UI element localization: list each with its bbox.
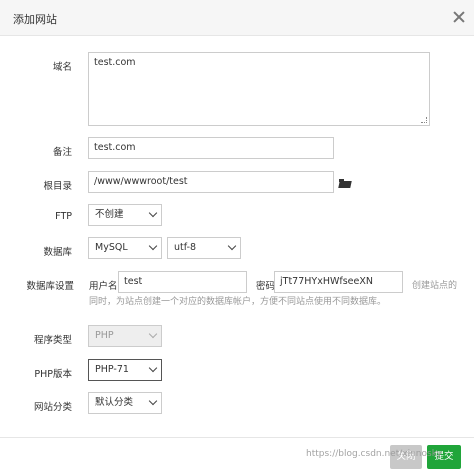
domain-textarea[interactable]: test.com xyxy=(88,52,430,126)
program-type-select: PHP xyxy=(88,325,162,347)
remark-input[interactable]: test.com xyxy=(88,137,334,159)
php-version-selected: PHP-71 xyxy=(95,364,129,375)
chevron-down-icon xyxy=(149,243,157,251)
db-settings-label: 数据库设置 xyxy=(26,281,74,292)
chevron-down-icon xyxy=(228,243,236,251)
site-category-select[interactable]: 默认分类 xyxy=(88,392,162,414)
domain-value: test.com xyxy=(94,57,136,68)
add-site-dialog: 添加网站 域名 test.com 备注 test.com 根目录 /www/ww… xyxy=(0,0,474,470)
database-charset-select[interactable]: utf-8 xyxy=(167,237,241,259)
root-value: /www/wwwroot/test xyxy=(94,176,188,187)
dialog-title: 添加网站 xyxy=(13,13,57,26)
php-version-label: PHP版本 xyxy=(34,369,72,380)
domain-label: 域名 xyxy=(52,62,72,73)
chevron-down-icon xyxy=(149,398,157,406)
db-pass-label: 密码 xyxy=(256,281,276,292)
ftp-selected: 不创建 xyxy=(95,209,124,220)
program-type-selected: PHP xyxy=(95,330,114,341)
watermark: https://blog.csdn.net/xinnosky xyxy=(306,449,442,459)
root-input[interactable]: /www/wwwroot/test xyxy=(88,171,334,193)
db-hint-right: 创建站点的 xyxy=(412,281,458,291)
chevron-down-icon xyxy=(149,365,157,373)
db-pass-value: jTt77HYxHWfseeXN xyxy=(280,276,373,287)
remark-label: 备注 xyxy=(52,147,72,158)
site-category-label: 网站分类 xyxy=(33,402,72,413)
resize-handle[interactable] xyxy=(421,117,427,123)
db-pass-input[interactable]: jTt77HYxHWfseeXN xyxy=(274,271,403,293)
ftp-label: FTP xyxy=(55,211,72,222)
php-version-select[interactable]: PHP-71 xyxy=(88,359,162,381)
root-label: 根目录 xyxy=(43,181,72,192)
db-user-input[interactable]: test xyxy=(118,271,247,293)
close-icon[interactable] xyxy=(452,10,466,24)
ftp-select[interactable]: 不创建 xyxy=(88,204,162,226)
database-type-selected: MySQL xyxy=(95,242,128,253)
database-charset-selected: utf-8 xyxy=(174,242,197,253)
program-type-label: 程序类型 xyxy=(33,335,72,346)
chevron-down-icon xyxy=(149,210,157,218)
dialog-titlebar: 添加网站 xyxy=(0,0,474,36)
db-user-label: 用户名 xyxy=(89,281,118,292)
db-user-value: test xyxy=(124,276,143,287)
chevron-down-icon xyxy=(149,331,157,339)
database-label: 数据库 xyxy=(43,247,72,258)
site-category-selected: 默认分类 xyxy=(95,397,134,408)
folder-icon[interactable] xyxy=(338,179,352,188)
remark-value: test.com xyxy=(94,142,136,153)
database-type-select[interactable]: MySQL xyxy=(88,237,162,259)
db-hint-line2: 同时，为站点创建一个对应的数据库帐户，方便不同站点使用不同数据库。 xyxy=(89,297,387,307)
